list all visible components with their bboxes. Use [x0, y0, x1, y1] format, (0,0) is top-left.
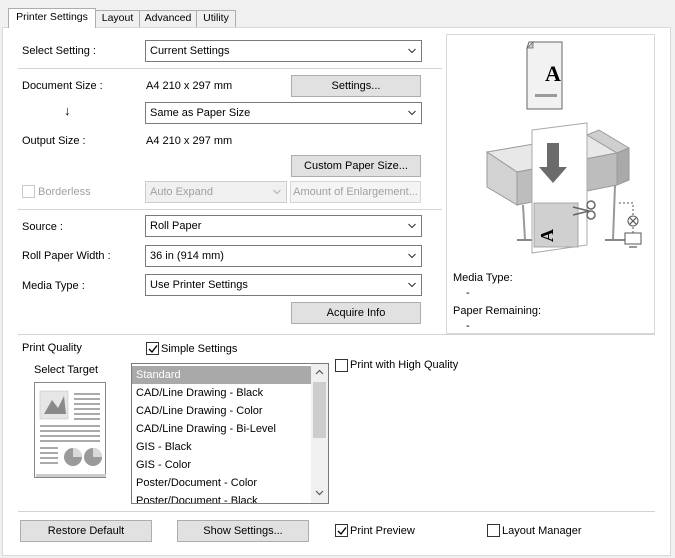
chevron-down-icon [408, 223, 416, 229]
source-value: Roll Paper [150, 220, 202, 232]
document-size-label: Document Size : [22, 80, 103, 92]
restore-default-button[interactable]: Restore Default [20, 520, 152, 542]
select-setting-value: Current Settings [150, 45, 230, 57]
select-target-list[interactable]: Standard CAD/Line Drawing - Black CAD/Li… [131, 363, 329, 504]
list-item[interactable]: Poster/Document - Color [132, 474, 312, 492]
list-item[interactable]: GIS - Black [132, 438, 312, 456]
list-item[interactable]: CAD/Line Drawing - Black [132, 384, 312, 402]
size-mode-value: Same as Paper Size [150, 107, 251, 119]
chevron-down-icon [408, 282, 416, 288]
scroll-thumb[interactable] [313, 382, 326, 438]
media-type-info-value: - [466, 287, 470, 299]
list-item[interactable]: Poster/Document - Black [132, 492, 312, 503]
simple-settings-checkbox[interactable] [146, 342, 159, 355]
roll-paper-width-dropdown[interactable]: 36 in (914 mm) [145, 245, 422, 267]
checkmark-icon [337, 527, 347, 536]
down-arrow-icon: ↓ [64, 103, 71, 118]
media-type-label: Media Type : [22, 280, 85, 292]
media-type-info-label: Media Type: [453, 272, 513, 284]
list-scrollbar[interactable] [311, 364, 328, 503]
borderless-checkbox[interactable] [22, 185, 35, 198]
document-size-value: A4 210 x 297 mm [146, 80, 233, 92]
high-quality-checkbox[interactable] [335, 359, 348, 372]
separator [18, 68, 442, 69]
auto-expand-value: Auto Expand [150, 186, 213, 198]
list-item[interactable]: CAD/Line Drawing - Bi-Level [132, 420, 312, 438]
roll-paper-width-value: 36 in (914 mm) [150, 250, 224, 262]
print-preview-label: Print Preview [350, 525, 415, 537]
auto-expand-dropdown[interactable]: Auto Expand [145, 181, 287, 203]
list-item[interactable]: CAD/Line Drawing - Color [132, 402, 312, 420]
tab-advanced[interactable]: Advanced [139, 10, 197, 27]
paper-remaining-label: Paper Remaining: [453, 305, 542, 317]
custom-paper-size-button[interactable]: Custom Paper Size... [291, 155, 421, 177]
list-item[interactable]: GIS - Color [132, 456, 312, 474]
print-quality-label: Print Quality [22, 342, 82, 354]
roll-paper-width-label: Roll Paper Width : [22, 250, 111, 262]
separator [18, 209, 442, 210]
tab-layout[interactable]: Layout [95, 10, 140, 27]
chevron-down-icon[interactable] [315, 490, 324, 496]
list-item[interactable]: Standard [132, 366, 312, 384]
chevron-down-icon [408, 110, 416, 116]
chevron-down-icon [273, 189, 281, 195]
chevron-up-icon[interactable] [315, 369, 324, 375]
paper-letter: A [545, 61, 561, 86]
source-dropdown[interactable]: Roll Paper [145, 215, 422, 237]
media-type-value: Use Printer Settings [150, 279, 248, 291]
printer-body [485, 122, 642, 254]
high-quality-label: Print with High Quality [350, 359, 459, 371]
separator [18, 511, 655, 512]
printer-preview-panel: A A Media Type: - Paper Remaining: - [446, 34, 655, 334]
printed-letter: A [537, 229, 557, 242]
layout-manager-label: Layout Manager [502, 525, 582, 537]
print-preview-checkbox[interactable] [335, 524, 348, 537]
checkmark-icon [148, 345, 158, 354]
select-target-label: Select Target [34, 364, 99, 376]
show-settings-button[interactable]: Show Settings... [177, 520, 309, 542]
tab-utility[interactable]: Utility [196, 10, 236, 27]
tab-strip: Printer Settings Layout Advanced Utility [0, 0, 675, 28]
separator [18, 334, 655, 335]
select-setting-label: Select Setting : [22, 45, 96, 57]
paper-remaining-value: - [466, 320, 470, 332]
layout-manager-checkbox[interactable] [487, 524, 500, 537]
acquire-info-button[interactable]: Acquire Info [291, 302, 421, 324]
simple-settings-label: Simple Settings [161, 343, 238, 355]
tab-printer-settings[interactable]: Printer Settings [8, 8, 96, 28]
output-size-label: Output Size : [22, 135, 86, 147]
media-type-dropdown[interactable]: Use Printer Settings [145, 274, 422, 296]
borderless-label: Borderless [38, 186, 91, 198]
source-label: Source : [22, 221, 63, 233]
select-setting-dropdown[interactable]: Current Settings [145, 40, 422, 62]
amount-of-enlargement-button[interactable]: Amount of Enlargement... [290, 181, 421, 203]
document-thumbnail-icon [34, 382, 106, 478]
output-size-value: A4 210 x 297 mm [146, 135, 233, 147]
settings-button[interactable]: Settings... [291, 75, 421, 97]
size-mode-dropdown[interactable]: Same as Paper Size [145, 102, 422, 124]
chevron-down-icon [408, 48, 416, 54]
chevron-down-icon [408, 253, 416, 259]
